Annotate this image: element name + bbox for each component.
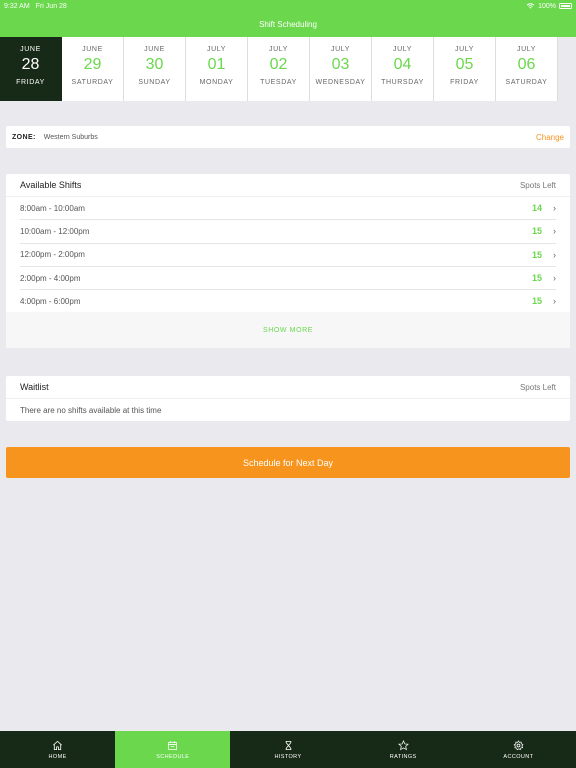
star-icon: [397, 739, 409, 750]
date-weekday: WEDNESDAY: [315, 79, 366, 86]
schedule-next-day-button[interactable]: Schedule for Next Day: [6, 447, 570, 478]
spots-left-header: Spots Left: [519, 180, 556, 190]
waitlist-empty-message: There are no shifts available at this ti…: [20, 405, 162, 415]
shift-spots: 14: [531, 203, 542, 214]
status-bar: 9:32 AM Fri Jun 28 100%: [0, 0, 576, 12]
shift-time: 10:00am - 12:00pm: [20, 226, 90, 236]
date-strip: JUNE 28 FRIDAY JUNE 29 SATURDAY JUNE 30 …: [0, 37, 576, 101]
zone-card: ZONE: Western Suburbs Change: [6, 126, 570, 148]
tab-label: ACCOUNT: [503, 753, 534, 760]
battery-icon: [559, 3, 572, 9]
shift-row[interactable]: 12:00pm - 2:00pm 15 ›: [20, 244, 556, 267]
zone-label: ZONE:: [12, 133, 36, 141]
date-weekday: SATURDAY: [71, 79, 114, 86]
waitlist-header: Waitlist Spots Left: [6, 376, 570, 399]
tab-label: SCHEDULE: [156, 753, 190, 760]
chevron-right-icon: ›: [553, 203, 556, 214]
date-day: 04: [393, 56, 412, 73]
shift-spots: 15: [531, 226, 542, 237]
date-month: JUNE: [144, 46, 165, 53]
wifi-icon: [526, 3, 535, 9]
available-shifts-card: Available Shifts Spots Left 8:00am - 10:…: [6, 174, 570, 348]
date-month: JULY: [269, 46, 288, 53]
waitlist-spots-header: Spots Left: [519, 382, 556, 392]
shift-row[interactable]: 8:00am - 10:00am 14 ›: [20, 197, 556, 221]
date-day: 05: [455, 56, 474, 73]
tab-bar: HOME SCHEDULE HISTORY RATINGS ACCOUNT: [0, 731, 576, 768]
tab-ratings[interactable]: RATINGS: [346, 731, 461, 768]
zone-value: Western Suburbs: [43, 133, 98, 141]
date-cell-jul-03[interactable]: JULY 03 WEDNESDAY: [310, 37, 372, 101]
date-day: 28: [21, 56, 40, 73]
date-day: 02: [269, 56, 288, 73]
shift-spots: 15: [531, 273, 542, 284]
date-month: JULY: [331, 46, 350, 53]
calendar-icon: [168, 740, 178, 750]
waitlist-card: Waitlist Spots Left There are no shifts …: [6, 376, 570, 421]
date-weekday: SUNDAY: [138, 79, 171, 86]
date-weekday: SATURDAY: [505, 79, 548, 86]
date-day: 06: [517, 56, 536, 73]
date-weekday: MONDAY: [199, 79, 234, 86]
date-month: JULY: [517, 46, 536, 53]
tab-schedule[interactable]: SCHEDULE: [115, 731, 231, 768]
available-shifts-header: Available Shifts Spots Left: [6, 174, 570, 197]
shift-row[interactable]: 2:00pm - 4:00pm 15 ›: [20, 267, 556, 291]
tab-home[interactable]: HOME: [0, 731, 115, 768]
tab-label: RATINGS: [389, 753, 417, 760]
tab-history[interactable]: HISTORY: [230, 731, 345, 768]
shift-row[interactable]: 4:00pm - 6:00pm 15 ›: [20, 290, 556, 314]
shift-spots: 15: [531, 249, 542, 260]
battery-percent: 100%: [538, 2, 556, 10]
date-cell-jun-30[interactable]: JUNE 30 SUNDAY: [124, 37, 186, 101]
date-cell-jun-28[interactable]: JUNE 28 FRIDAY: [0, 37, 62, 101]
date-month: JULY: [207, 46, 226, 53]
date-month: JULY: [393, 46, 412, 53]
shift-spots: 15: [531, 296, 542, 307]
date-cell-jul-02[interactable]: JULY 02 TUESDAY: [248, 37, 310, 101]
chevron-right-icon: ›: [553, 249, 556, 260]
zone-change-button[interactable]: Change: [536, 133, 564, 142]
date-cell-jul-06[interactable]: JULY 06 SATURDAY: [496, 37, 558, 101]
date-weekday: FRIDAY: [16, 79, 45, 86]
tab-label: HOME: [48, 753, 67, 760]
shift-time: 12:00pm - 2:00pm: [20, 250, 85, 260]
chevron-right-icon: ›: [553, 296, 556, 307]
date-cell-jul-05[interactable]: JULY 05 FRIDAY: [434, 37, 496, 101]
date-day: 03: [331, 56, 350, 73]
date-cell-jun-29[interactable]: JUNE 29 SATURDAY: [62, 37, 124, 101]
date-weekday: TUESDAY: [260, 79, 297, 86]
date-cell-jul-01[interactable]: JULY 01 MONDAY: [186, 37, 248, 101]
date-day: 01: [207, 56, 226, 73]
shift-row[interactable]: 10:00am - 12:00pm 15 ›: [20, 220, 556, 244]
shift-time: 8:00am - 10:00am: [20, 203, 85, 213]
date-weekday: THURSDAY: [381, 79, 424, 86]
date-month: JUNE: [82, 46, 103, 53]
shift-time: 4:00pm - 6:00pm: [20, 296, 81, 306]
chevron-right-icon: ›: [553, 273, 556, 284]
status-date: Fri Jun 28: [35, 2, 67, 10]
available-shifts-title: Available Shifts: [20, 180, 82, 190]
waitlist-title: Waitlist: [20, 382, 49, 392]
tab-account[interactable]: ACCOUNT: [461, 731, 576, 768]
date-day: 29: [83, 56, 102, 73]
date-day: 30: [145, 56, 164, 73]
shift-time: 2:00pm - 4:00pm: [20, 273, 81, 283]
date-cell-jul-04[interactable]: JULY 04 THURSDAY: [372, 37, 434, 101]
gear-icon: [513, 739, 524, 750]
hourglass-icon: [285, 740, 291, 750]
status-time: 9:32 AM: [4, 2, 30, 10]
date-weekday: FRIDAY: [450, 79, 479, 86]
show-more-button[interactable]: SHOW MORE: [6, 312, 570, 348]
home-icon: [53, 740, 62, 750]
page-title: Shift Scheduling: [259, 20, 317, 29]
nav-bar: Shift Scheduling: [0, 12, 576, 37]
chevron-right-icon: ›: [553, 226, 556, 237]
tab-label: HISTORY: [274, 753, 302, 760]
date-month: JUNE: [20, 46, 41, 53]
date-month: JULY: [455, 46, 474, 53]
